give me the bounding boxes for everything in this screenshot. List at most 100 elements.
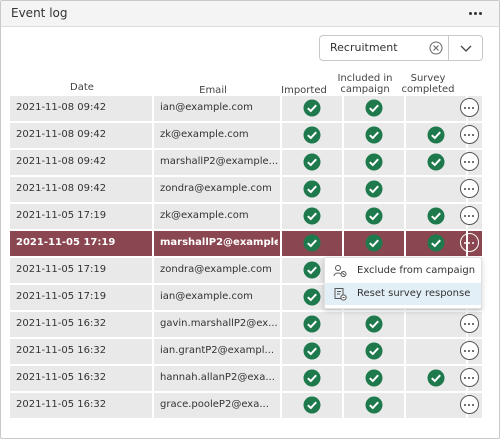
more-dot	[468, 242, 470, 244]
more-dot	[464, 107, 466, 109]
table-row[interactable]: 2021-11-05 16:32 gavin.marshallP2@ex...	[10, 312, 482, 337]
row-actions-button[interactable]	[460, 98, 479, 117]
more-dot	[464, 215, 466, 217]
menu-item-exclude[interactable]: Exclude from campaign	[325, 260, 481, 282]
more-dot	[468, 215, 470, 217]
table-row[interactable]: 2021-11-05 16:32 grace.pooleP2@exa...	[10, 393, 482, 418]
event-date: 2021-11-05 16:32	[16, 399, 107, 410]
table-row[interactable]: 2021-11-05 17:19 marshallP2@example...	[10, 231, 482, 256]
table-row[interactable]: 2021-11-05 16:32 ian.grantP2@exampl...	[10, 339, 482, 364]
included-check-icon	[365, 315, 383, 333]
row-actions-button[interactable]	[460, 233, 479, 252]
included-check-icon	[365, 99, 383, 117]
cell-date: 2021-11-08 09:42	[10, 177, 152, 202]
clear-icon[interactable]	[429, 41, 443, 55]
row-actions-button[interactable]	[460, 314, 479, 333]
event-email: marshallP2@example...	[160, 237, 278, 248]
cell-included	[344, 393, 404, 418]
more-dot	[472, 188, 474, 190]
campaign-filter-value: Recruitment	[330, 41, 398, 54]
table-row[interactable]: 2021-11-05 16:32 hannah.allanP2@exa...	[10, 366, 482, 391]
imported-check-icon	[303, 261, 321, 279]
cell-included	[344, 231, 404, 256]
more-dot	[472, 242, 474, 244]
cell-email: ian@example.com	[154, 96, 280, 121]
imported-check-icon	[303, 315, 321, 333]
menu-item-reset-survey[interactable]: Reset survey response	[325, 283, 481, 305]
table-row[interactable]: 2021-11-08 09:42 zk@example.com	[10, 123, 482, 148]
event-date: 2021-11-08 09:42	[16, 156, 107, 167]
included-check-icon	[365, 153, 383, 171]
imported-check-icon	[303, 180, 321, 198]
included-header-line1: Included in	[337, 73, 393, 84]
cell-email: marshallP2@example...	[154, 150, 280, 175]
included-check-icon	[365, 396, 383, 414]
event-date: 2021-11-05 16:32	[16, 372, 107, 383]
table-row[interactable]: 2021-11-08 09:42 marshallP2@example...	[10, 150, 482, 175]
completed-check-icon	[427, 234, 445, 252]
imported-check-icon	[303, 234, 321, 252]
row-actions-button[interactable]	[460, 125, 479, 144]
more-dot	[464, 323, 466, 325]
more-dot	[468, 377, 470, 379]
cell-date: 2021-11-08 09:42	[10, 150, 152, 175]
event-date: 2021-11-08 09:42	[16, 129, 107, 140]
cell-included	[344, 366, 404, 391]
cell-date: 2021-11-05 17:19	[10, 231, 152, 256]
row-context-menu: Exclude from campaign Reset survey respo…	[324, 257, 482, 309]
column-header-email[interactable]: Email	[193, 85, 233, 96]
row-actions-button[interactable]	[460, 179, 479, 198]
event-log-panel: Event log Recruitment Date Email Importe…	[0, 0, 500, 439]
event-email: zondra@example.com	[160, 183, 272, 194]
event-email: gavin.marshallP2@ex...	[160, 318, 278, 329]
imported-check-icon	[303, 153, 321, 171]
row-actions-button[interactable]	[460, 395, 479, 414]
table-row[interactable]: 2021-11-05 17:19 zk@example.com	[10, 204, 482, 229]
cell-email: ian.grantP2@exampl...	[154, 339, 280, 364]
filter-dropdown-button[interactable]	[449, 35, 483, 61]
cell-completed	[406, 123, 466, 148]
imported-check-icon	[303, 369, 321, 387]
cell-email: zondra@example.com	[154, 177, 280, 202]
cell-email: ian@example.com	[154, 285, 280, 310]
row-actions-button[interactable]	[460, 152, 479, 171]
row-actions-button[interactable]	[460, 368, 479, 387]
cell-imported	[282, 231, 342, 256]
cell-date: 2021-11-05 17:19	[10, 285, 152, 310]
cell-date: 2021-11-05 16:32	[10, 312, 152, 337]
campaign-filter-input[interactable]: Recruitment	[319, 35, 449, 61]
more-dot	[472, 134, 474, 136]
completed-check-icon	[427, 153, 445, 171]
imported-check-icon	[303, 342, 321, 360]
cell-email: gavin.marshallP2@ex...	[154, 312, 280, 337]
event-date: 2021-11-05 17:19	[16, 237, 116, 248]
column-header-date[interactable]: Date	[67, 82, 97, 93]
more-dot	[464, 188, 466, 190]
cell-email: marshallP2@example...	[154, 231, 280, 256]
more-options-icon[interactable]	[467, 5, 485, 21]
event-email: zondra@example.com	[160, 264, 272, 275]
menu-item-reset-survey-label: Reset survey response	[357, 288, 471, 299]
cell-completed	[406, 177, 466, 202]
survey-header-line2: completed	[401, 84, 455, 95]
cell-date: 2021-11-08 09:42	[10, 123, 152, 148]
cell-date: 2021-11-05 16:32	[10, 393, 152, 418]
more-dot	[472, 107, 474, 109]
cell-completed	[406, 339, 466, 364]
column-header-survey[interactable]: Survey completed	[398, 73, 458, 95]
table-row[interactable]: 2021-11-08 09:42 ian@example.com	[10, 96, 482, 121]
cell-date: 2021-11-05 17:19	[10, 204, 152, 229]
more-dot	[472, 350, 474, 352]
more-dot	[472, 377, 474, 379]
column-header-imported[interactable]: Imported	[279, 85, 329, 96]
column-header-included[interactable]: Included in campaign	[335, 73, 395, 95]
table-row[interactable]: 2021-11-08 09:42 zondra@example.com	[10, 177, 482, 202]
row-actions-button[interactable]	[460, 206, 479, 225]
imported-check-icon	[303, 396, 321, 414]
cell-completed	[406, 393, 466, 418]
included-check-icon	[365, 369, 383, 387]
cell-included	[344, 312, 404, 337]
event-date: 2021-11-05 16:32	[16, 345, 107, 356]
row-actions-button[interactable]	[460, 341, 479, 360]
more-dot	[468, 404, 470, 406]
